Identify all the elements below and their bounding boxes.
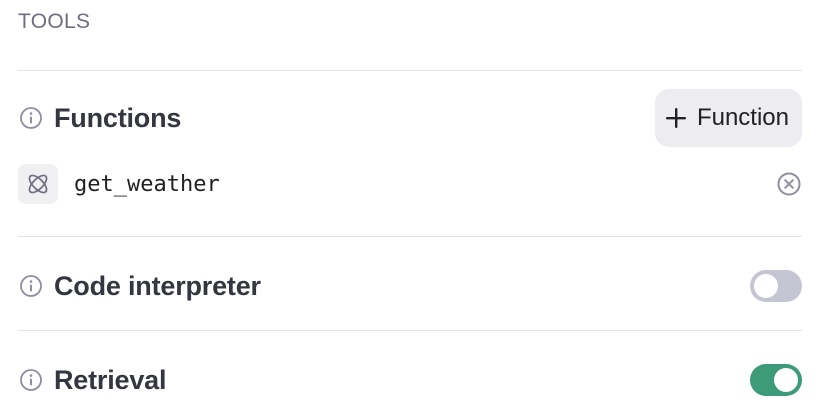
remove-function-button[interactable] bbox=[775, 170, 803, 198]
function-item[interactable]: get_weather bbox=[18, 164, 802, 204]
tools-section-title: TOOLS bbox=[18, 10, 91, 33]
toggle-knob bbox=[774, 368, 798, 392]
retrieval-label: Retrieval bbox=[54, 364, 167, 395]
divider bbox=[18, 236, 802, 237]
retrieval-row: Retrieval bbox=[18, 363, 802, 397]
plus-icon bbox=[665, 107, 687, 129]
close-circle-icon bbox=[777, 172, 801, 196]
function-name: get_weather bbox=[74, 171, 220, 197]
add-function-button[interactable]: Function bbox=[654, 89, 802, 147]
toggle-knob bbox=[754, 274, 778, 298]
info-icon[interactable] bbox=[18, 367, 44, 393]
add-function-label: Function bbox=[696, 104, 789, 131]
code-interpreter-row: Code interpreter bbox=[18, 269, 802, 303]
code-interpreter-toggle[interactable] bbox=[750, 270, 802, 302]
divider bbox=[18, 70, 802, 71]
retrieval-toggle[interactable] bbox=[750, 364, 802, 396]
atom-icon bbox=[18, 164, 58, 204]
functions-label: Functions bbox=[54, 102, 182, 133]
info-icon[interactable] bbox=[18, 105, 44, 131]
divider bbox=[18, 330, 802, 331]
functions-row: Functions Function bbox=[18, 89, 802, 147]
info-icon[interactable] bbox=[18, 273, 44, 299]
code-interpreter-label: Code interpreter bbox=[54, 270, 261, 301]
